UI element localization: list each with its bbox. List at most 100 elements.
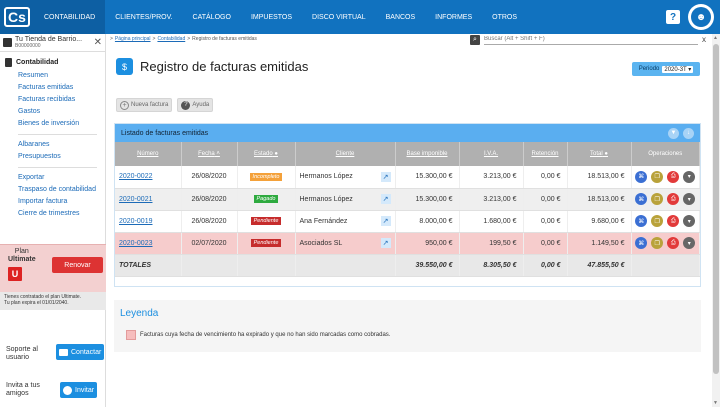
- client-name: Asociados SL: [299, 239, 343, 247]
- sidebar-item-albaranes[interactable]: Albaranes: [0, 139, 105, 151]
- period-select[interactable]: 2020-3T ▾: [662, 65, 694, 73]
- company-selector[interactable]: Tu Tienda de Barrio... B00000000 ✕: [0, 34, 105, 52]
- invoice-date: 26/08/2020: [181, 188, 238, 211]
- totals-label: TOTALES: [115, 254, 182, 277]
- more-icon[interactable]: ▾: [683, 215, 696, 227]
- scrollbar-thumb[interactable]: [713, 44, 719, 374]
- print-icon[interactable]: ⎙: [667, 215, 680, 227]
- more-icon[interactable]: ▾: [683, 193, 696, 205]
- attach-icon[interactable]: ⌘: [635, 193, 648, 205]
- sidebar-item-facturas-emitidas[interactable]: Facturas emitidas: [0, 82, 105, 94]
- menu-bancos[interactable]: BANCOS: [376, 0, 426, 34]
- user-avatar-icon[interactable]: ☻: [688, 4, 714, 30]
- menu-disco-virtual[interactable]: DISCO VIRTUAL: [302, 0, 376, 34]
- col-total[interactable]: Total ●: [567, 142, 632, 166]
- help-button[interactable]: ? Ayuda: [177, 98, 214, 112]
- breadcrumb-section[interactable]: Contabilidad: [157, 36, 185, 42]
- col-numero[interactable]: Número: [115, 142, 182, 166]
- more-icon[interactable]: ▾: [683, 237, 696, 249]
- col-cliente[interactable]: Cliente: [295, 142, 396, 166]
- retention-amount: 0,00 €: [523, 188, 568, 211]
- copy-icon[interactable]: ❐: [651, 193, 664, 205]
- attach-icon[interactable]: ⌘: [635, 170, 648, 183]
- breadcrumb-home[interactable]: Página principal: [115, 36, 151, 42]
- sidebar-item-exportar[interactable]: Exportar: [0, 172, 105, 184]
- chart-icon[interactable]: ↗: [380, 171, 391, 182]
- attach-icon[interactable]: ⌘: [635, 215, 648, 227]
- sidebar-item-bienes-inversion[interactable]: Bienes de inversión: [0, 118, 105, 130]
- period-selector[interactable]: Periodo 2020-3T ▾: [632, 62, 700, 76]
- invite-button[interactable]: Invitar: [60, 382, 98, 398]
- print-icon[interactable]: ⎙: [667, 237, 680, 249]
- plus-icon: +: [120, 100, 129, 110]
- new-invoice-button[interactable]: + Nueva factura: [116, 98, 173, 112]
- col-operaciones: Operaciones: [631, 142, 700, 166]
- col-fecha[interactable]: Fecha ˄: [181, 142, 238, 166]
- sidebar-item-gastos[interactable]: Gastos: [0, 106, 105, 118]
- client-name: Hermanos López: [299, 173, 353, 181]
- menu-clientes[interactable]: CLIENTES/PROV.: [105, 0, 182, 34]
- filter-icon[interactable]: ▼: [668, 127, 679, 139]
- copy-icon[interactable]: ❐: [651, 170, 664, 183]
- sidebar-item-importar-factura[interactable]: Importar factura: [0, 196, 105, 208]
- col-retencion[interactable]: Retención: [523, 142, 568, 166]
- chart-icon[interactable]: ↗: [380, 238, 391, 248]
- contact-button[interactable]: Contactar: [56, 344, 105, 360]
- download-icon[interactable]: ↓: [683, 127, 694, 139]
- app-logo[interactable]: Cs: [0, 0, 34, 34]
- invoice-number-link[interactable]: 2020-0022: [119, 173, 152, 180]
- col-iva[interactable]: I.V.A.: [459, 142, 524, 166]
- invite-text: Invita a tus amigos: [6, 382, 40, 397]
- search-icon[interactable]: ⌕: [470, 34, 480, 45]
- attach-icon[interactable]: ⌘: [635, 237, 648, 249]
- chart-icon[interactable]: ↗: [380, 216, 391, 226]
- print-icon[interactable]: ⎙: [667, 170, 680, 183]
- table-row[interactable]: 2020-0021 26/08/2020 Pagado Hermanos Lóp…: [115, 188, 700, 211]
- menu-catalogo[interactable]: CATÁLOGO: [183, 0, 241, 34]
- table-row[interactable]: 2020-0023 02/07/2020 Pendiente Asociados…: [115, 232, 700, 255]
- total-amount: 1.149,50 €: [567, 232, 632, 255]
- collapse-sidebar-icon[interactable]: ✕: [94, 37, 102, 48]
- invoice-date: 26/08/2020: [181, 166, 238, 189]
- document-icon: [5, 58, 12, 67]
- table-row[interactable]: 2020-0019 26/08/2020 Pendiente Ana Ferná…: [115, 210, 700, 233]
- invoice-number-link[interactable]: 2020-0019: [119, 218, 152, 225]
- menu-informes[interactable]: INFORMES: [425, 0, 482, 34]
- search-input[interactable]: [484, 34, 698, 45]
- page-scrollbar[interactable]: ▲ ▼: [712, 34, 720, 407]
- copy-icon[interactable]: ❐: [651, 237, 664, 249]
- iva-amount: 199,50 €: [459, 232, 524, 255]
- chart-icon[interactable]: ↗: [380, 194, 391, 204]
- col-base[interactable]: Base imponible: [395, 142, 460, 166]
- totals-iva: 8.305,50 €: [459, 254, 524, 277]
- more-icon[interactable]: ▾: [683, 170, 696, 183]
- base-amount: 8.000,00 €: [395, 210, 460, 233]
- clear-search-icon[interactable]: x: [702, 35, 706, 44]
- copy-icon[interactable]: ❐: [651, 215, 664, 227]
- print-icon[interactable]: ⎙: [667, 193, 680, 205]
- sidebar: Tu Tienda de Barrio... B00000000 ✕ Conta…: [0, 34, 106, 407]
- sidebar-item-cierre-trimestres[interactable]: Cierre de trimestres: [0, 208, 105, 220]
- mail-icon: [59, 348, 68, 356]
- question-icon: ?: [181, 100, 191, 110]
- sidebar-item-resumen[interactable]: Resumen: [0, 70, 105, 82]
- menu-otros[interactable]: OTROS: [482, 0, 527, 34]
- sidebar-section-title: Contabilidad: [0, 52, 105, 70]
- renew-button[interactable]: Renovar: [52, 257, 103, 273]
- total-amount: 9.680,00 €: [567, 210, 632, 233]
- sidebar-divider: [18, 167, 97, 168]
- sidebar-item-traspaso[interactable]: Traspaso de contabilidad: [0, 184, 105, 196]
- company-id: B00000000: [15, 43, 41, 49]
- help-icon[interactable]: ?: [666, 10, 680, 24]
- menu-contabilidad[interactable]: CONTABILIDAD: [34, 0, 106, 34]
- invoice-table: Número Fecha ˄ Estado ● Cliente Base imp…: [115, 142, 700, 277]
- table-row[interactable]: 2020-0022 26/08/2020 Incompleto Hermanos…: [115, 166, 700, 189]
- invoice-number-link[interactable]: 2020-0023: [119, 240, 152, 247]
- menu-impuestos[interactable]: IMPUESTOS: [241, 0, 302, 34]
- sidebar-item-facturas-recibidas[interactable]: Facturas recibidas: [0, 94, 105, 106]
- col-estado[interactable]: Estado ●: [237, 142, 296, 166]
- status-badge: Pagado: [253, 195, 279, 203]
- sidebar-item-presupuestos[interactable]: Presupuestos: [0, 151, 105, 163]
- total-amount: 18.513,00 €: [567, 166, 632, 189]
- invoice-number-link[interactable]: 2020-0021: [119, 196, 152, 203]
